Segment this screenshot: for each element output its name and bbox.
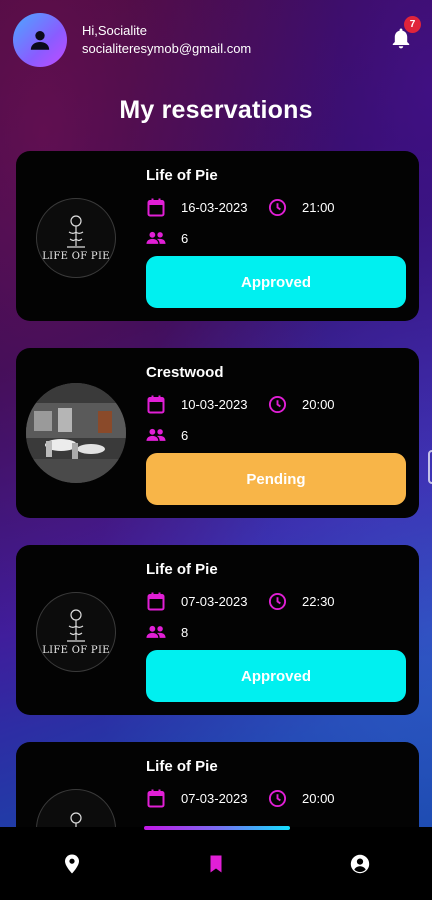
date-time-row: 07-03-2023 20:00 [146,787,335,809]
people-icon [146,228,166,248]
user-info: Hi,Socialite socialiteresymob@gmail.com [82,22,251,57]
header: Hi,Socialite socialiteresymob@gmail.com … [13,13,421,67]
guest-count: 6 [181,427,189,443]
avatar[interactable] [13,13,67,67]
reservation-card[interactable]: LIFE OF PIE Life of Pie 16-03-2023 21:00… [16,151,419,321]
reservation-card[interactable]: Crestwood 10-03-2023 20:00 6 Pending [16,348,419,518]
restaurant-name: Life of Pie [146,167,218,184]
reservation-date: 10-03-2023 [181,396,248,412]
nav-account[interactable] [330,844,390,884]
clock-icon [267,788,287,808]
status-approved-button[interactable]: Approved [146,650,406,702]
restaurant-name: Life of Pie [146,758,218,775]
reservation-date: 07-03-2023 [181,790,248,806]
reservation-time: 22:30 [302,593,335,609]
loading-progress-bar [144,826,290,830]
people-icon [146,622,166,642]
logo-text: LIFE OF PIE [42,251,110,262]
notifications-button[interactable]: 7 [389,16,421,51]
clock-icon [267,591,287,611]
person-icon [30,31,50,50]
tree-logo-icon [67,215,85,248]
bookmark-icon [210,855,222,872]
clock-icon [267,197,287,217]
guest-count: 8 [181,624,189,640]
calendar-icon [146,394,166,414]
restaurant-logo: LIFE OF PIE [36,198,116,278]
reservation-time: 21:00 [302,199,335,215]
calendar-icon [146,591,166,611]
user-email: socialiteresymob@gmail.com [82,41,252,56]
restaurant-photo [26,383,126,483]
bottom-navigation [0,827,432,900]
nav-reservations[interactable] [186,844,246,884]
tree-logo-icon [67,609,85,642]
page-title: My reservations [119,96,313,124]
people-icon [146,425,166,445]
restaurant-name: Crestwood [146,364,224,381]
side-drag-handle[interactable] [428,450,432,484]
location-icon [65,854,79,873]
reservation-card[interactable]: LIFE OF PIE Life of Pie 07-03-2023 22:30… [16,545,419,715]
calendar-icon [146,788,166,808]
reservation-date: 16-03-2023 [181,199,248,215]
clock-icon [267,394,287,414]
account-icon [350,854,370,873]
status-pending-button[interactable]: Pending [146,453,406,505]
notification-badge: 7 [404,16,421,33]
dining-room-image [26,383,126,483]
guests-row: 8 [146,623,188,641]
guest-count: 6 [181,230,189,246]
nav-location[interactable] [42,844,102,884]
greeting-text: Hi,Socialite [82,23,148,39]
date-time-row: 16-03-2023 21:00 [146,196,335,218]
restaurant-logo: LIFE OF PIE [36,592,116,672]
calendar-icon [146,197,166,217]
guests-row: 6 [146,426,188,444]
reservation-time: 20:00 [302,790,335,806]
logo-text: LIFE OF PIE [42,645,110,656]
guests-row: 6 [146,229,188,247]
reservation-date: 07-03-2023 [181,593,248,609]
restaurant-name: Life of Pie [146,561,218,578]
status-approved-button[interactable]: Approved [146,256,406,308]
reservation-time: 20:00 [302,396,335,412]
date-time-row: 07-03-2023 22:30 [146,590,335,612]
date-time-row: 10-03-2023 20:00 [146,393,335,415]
